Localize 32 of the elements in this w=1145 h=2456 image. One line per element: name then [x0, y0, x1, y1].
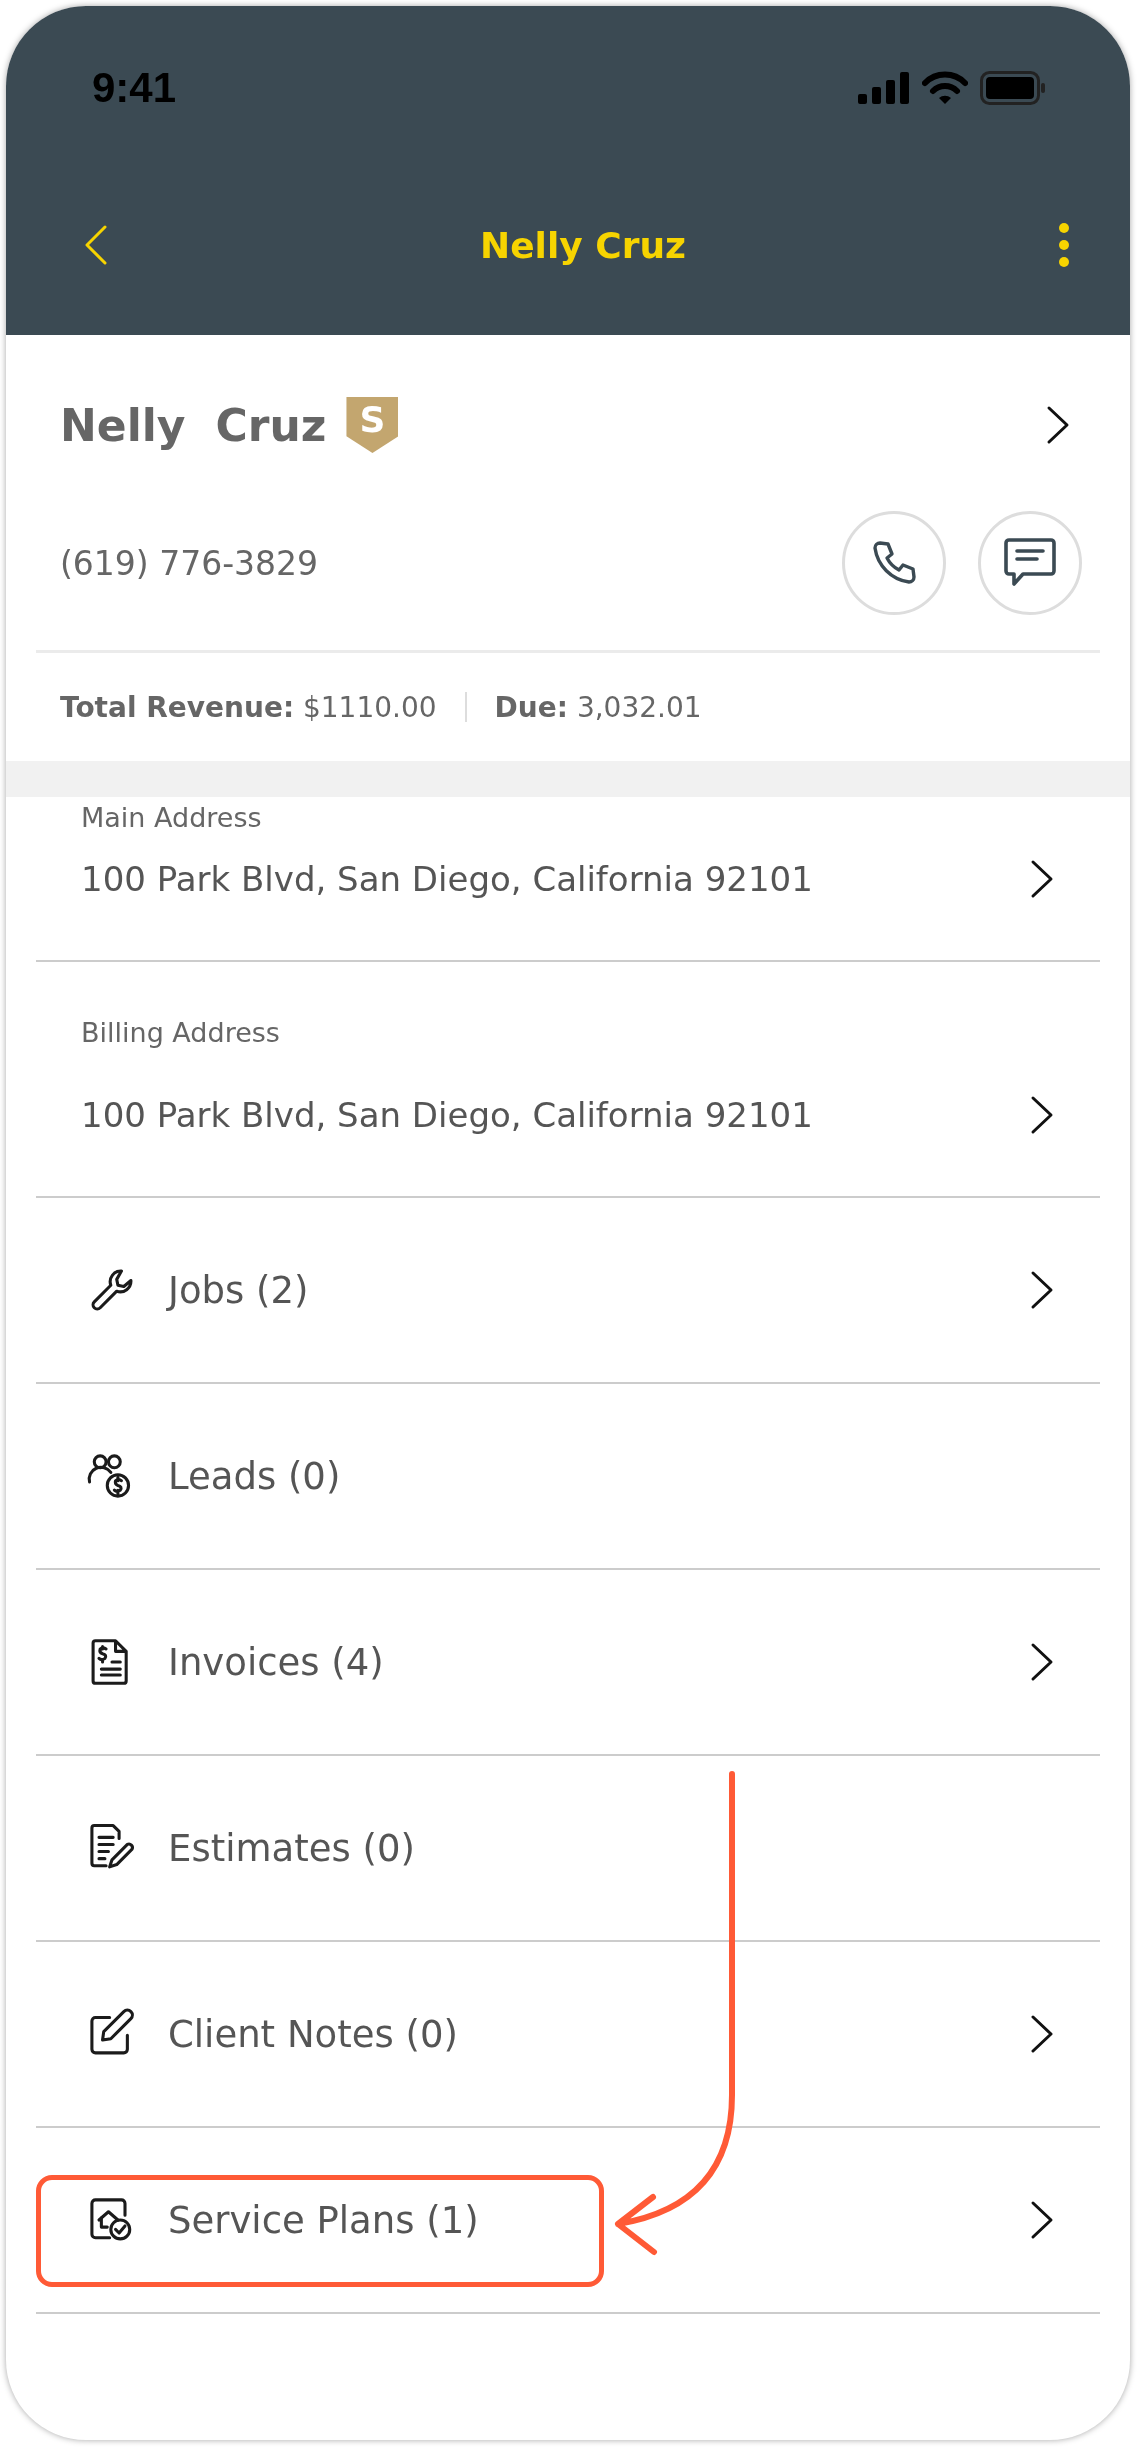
signal-icon — [858, 72, 910, 104]
chevron-right-icon[interactable] — [1030, 1270, 1054, 1310]
chevron-right-icon[interactable] — [1046, 405, 1070, 445]
chat-icon — [1003, 537, 1057, 589]
wifi-icon — [922, 71, 968, 105]
section-link[interactable]: Service Plans (1) — [168, 2198, 1030, 2242]
address-value: 100 Park Blvd, San Diego, California 92101 — [81, 858, 814, 901]
chevron-right-icon[interactable] — [1030, 2200, 1054, 2240]
address-value: 100 Park Blvd, San Diego, California 92101 — [81, 1094, 814, 1137]
client-last-name: Cruz — [215, 399, 327, 451]
chevron-right-icon[interactable] — [1030, 2014, 1054, 2054]
section-link[interactable]: Client Notes (0) — [168, 2012, 1030, 2056]
amount-due: Due: 3,032.01 — [494, 690, 702, 724]
phone-icon — [870, 539, 918, 587]
address-label: Main Address — [81, 801, 263, 835]
more-icon[interactable] — [1058, 222, 1070, 268]
section-link[interactable]: Estimates (0) — [168, 1826, 1054, 1870]
section-link[interactable]: Invoices (4) — [168, 1640, 1030, 1684]
section-link[interactable]: Leads (0) — [168, 1454, 1054, 1498]
chevron-right-icon[interactable] — [1030, 1095, 1054, 1135]
section-link[interactable]: Jobs (2) — [168, 1268, 1030, 1312]
page-title: Nelly Cruz — [480, 224, 686, 266]
client-first-name: Nelly — [60, 399, 186, 451]
chevron-right-icon[interactable] — [1030, 1642, 1054, 1682]
address-label: Billing Address — [81, 1016, 281, 1050]
total-revenue: Total Revenue: $1110.00 — [60, 690, 437, 724]
battery-icon — [980, 71, 1046, 105]
phone-number: (619) 776-3829 — [60, 543, 319, 583]
status-time: 9:41 — [92, 64, 177, 112]
status-badge: S — [346, 397, 399, 453]
back-icon[interactable] — [84, 224, 108, 266]
chevron-right-icon[interactable] — [1030, 859, 1054, 899]
